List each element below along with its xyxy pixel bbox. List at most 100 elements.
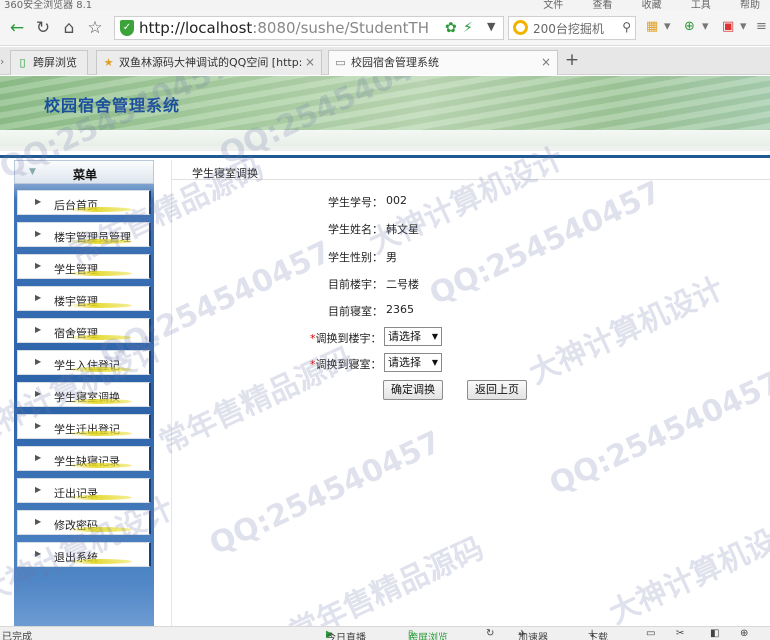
sidebar-item-dorms[interactable]: ▶ 宿舍管理 — [17, 318, 151, 343]
triangle-right-icon: ▶ — [35, 197, 42, 206]
search-box[interactable]: 200台挖掘机 ⚲ — [508, 16, 636, 40]
field-label: 学生姓名： — [328, 223, 383, 236]
close-tab-icon[interactable]: × — [541, 51, 551, 74]
triangle-right-icon: ▶ — [35, 389, 42, 398]
watermark-source: 常年售精品源码 — [283, 530, 490, 626]
sidebar-item-absence[interactable]: ▶ 学生缺寝记录 — [17, 446, 151, 471]
sidebar-item-checkin[interactable]: ▶ 学生入住登记 — [17, 350, 151, 375]
field-label: 目前楼宇： — [328, 278, 383, 291]
browser-menubar: 文件 查看 收藏 工具 帮助 — [517, 0, 760, 10]
collapse-arrow-icon[interactable]: ▼ — [29, 167, 36, 177]
sidebar-item-room-swap[interactable]: ▶ 学生寝室调换 — [17, 382, 151, 407]
browser-toolbar: ← ↻ ⌂ ☆ ✓ http://localhost:8080/sushe/St… — [0, 10, 770, 46]
star-favorite-icon[interactable]: ☆ — [84, 17, 106, 39]
url-dropdown-icon[interactable]: ▼ — [487, 20, 495, 33]
content-header: 学生寝室调换 — [172, 160, 770, 180]
refresh-icon[interactable]: ↻ — [32, 17, 54, 39]
apps-grid-icon[interactable]: ▦ — [646, 19, 658, 34]
field-current-building: 目前楼宇： 二号楼 — [300, 274, 600, 292]
triangle-right-icon: ▶ — [35, 517, 42, 526]
dropdown-arrow-icon: ▼ — [431, 358, 438, 367]
search-engine-icon — [513, 20, 528, 35]
pdf-icon[interactable]: ▣ — [722, 19, 734, 34]
menu-icon[interactable]: ≡ — [756, 19, 767, 34]
status-refresh-icon[interactable]: ↻ — [486, 628, 494, 639]
tab-dorm-system[interactable]: ▭ 校园宿舍管理系统 × — [328, 50, 558, 75]
field-label: 学生学号： — [328, 196, 383, 209]
status-zoom-icon[interactable]: ⊕ — [740, 628, 748, 639]
field-target-building: *调换到楼宇： 请选择 ▼ — [300, 327, 600, 346]
triangle-right-icon: ▶ — [35, 325, 42, 334]
triangle-right-icon: ▶ — [35, 549, 42, 558]
target-room-select[interactable]: 请选择 ▼ — [384, 353, 442, 372]
sidebar-item-checkout-records[interactable]: ▶ 迁出记录 — [17, 478, 151, 503]
watermark-brand: 大神计算机设计 — [603, 510, 770, 626]
search-text[interactable]: 200台挖掘机 — [533, 20, 604, 37]
speed-mode-icon[interactable]: ⚡ — [463, 20, 473, 36]
field-label: *调换到寝室： — [310, 358, 382, 371]
triangle-right-icon: ▶ — [35, 293, 42, 302]
translate-icon[interactable]: ⊕ — [684, 19, 695, 34]
field-label: 目前寝室： — [328, 305, 383, 318]
page-icon: ▭ — [335, 56, 346, 69]
new-tab-plus-icon[interactable]: + — [562, 50, 582, 72]
tab-cross-screen[interactable]: ▯ 跨屏浏览 — [10, 50, 88, 75]
system-title: 校园宿舍管理系统 — [44, 96, 181, 115]
triangle-right-icon: ▶ — [35, 229, 42, 238]
translate-dropdown-icon[interactable]: ▾ — [702, 19, 709, 34]
sidebar-header-label: 菜单 — [73, 168, 98, 182]
menu-help[interactable]: 帮助 — [740, 0, 760, 10]
tab-label: 双鱼林源码大神调试的QQ空间 [http: — [119, 56, 303, 69]
sidebar-item-students[interactable]: ▶ 学生管理 — [17, 254, 151, 279]
field-label: 学生性别： — [328, 251, 383, 264]
sidebar-item-building-admins[interactable]: ▶ 楼宇管理员管理 — [17, 222, 151, 247]
sidebar-item-change-password[interactable]: ▶ 修改密码 — [17, 510, 151, 535]
status-screenshot-icon[interactable]: ✂ — [676, 628, 684, 639]
page-title: 学生寝室调换 — [192, 167, 258, 180]
apps-dropdown-icon[interactable]: ▾ — [664, 19, 671, 34]
menu-view[interactable]: 查看 — [592, 0, 612, 10]
field-student-name: 学生姓名： 韩文星 — [300, 219, 600, 237]
menu-file[interactable]: 文件 — [543, 0, 563, 10]
sidebar-header: ▼ 菜单 — [14, 160, 154, 184]
address-bar[interactable]: ✓ http://localhost:8080/sushe/StudentTH.… — [114, 16, 504, 40]
status-restore-icon[interactable]: ◧ — [710, 628, 719, 639]
tab-scroll-left-icon[interactable]: › — [0, 55, 4, 68]
sidebar-item-buildings[interactable]: ▶ 楼宇管理 — [17, 286, 151, 311]
triangle-right-icon: ▶ — [35, 453, 42, 462]
star-icon: ★ — [103, 56, 114, 69]
field-value: 002 — [386, 194, 407, 207]
tab-label: 校园宿舍管理系统 — [351, 56, 439, 69]
watermark-qq: QQ:254540457 — [544, 364, 770, 503]
field-value: 2365 — [386, 303, 414, 316]
back-button[interactable]: 返回上页 — [467, 380, 527, 400]
field-current-room: 目前寝室： 2365 — [300, 301, 600, 319]
menu-favorites[interactable]: 收藏 — [642, 0, 662, 10]
sidebar-item-logout[interactable]: ▶ 退出系统 — [17, 542, 151, 567]
status-window-icon[interactable]: ▭ — [646, 628, 655, 639]
browser-title: 360安全浏览器 8.1 — [4, 0, 93, 10]
field-value: 韩文星 — [386, 223, 419, 236]
field-student-gender: 学生性别： 男 — [300, 247, 600, 265]
browser-titlebar: 360安全浏览器 8.1 文件 查看 收藏 工具 帮助 — [0, 0, 770, 10]
security-shield-icon: ✓ — [120, 20, 134, 36]
status-text: 已完成 — [2, 632, 32, 640]
search-icon[interactable]: ⚲ — [622, 20, 631, 34]
compatibility-icon[interactable]: ✿ — [445, 20, 457, 36]
more-dropdown-icon[interactable]: ▾ — [740, 19, 747, 34]
field-target-room: *调换到寝室： 请选择 ▼ — [300, 353, 600, 372]
triangle-right-icon: ▶ — [35, 421, 42, 430]
address-url[interactable]: http://localhost:8080/sushe/StudentTH.ac… — [139, 19, 429, 37]
tab-qq-space[interactable]: ★ 双鱼林源码大神调试的QQ空间 [http: × — [96, 50, 322, 75]
close-tab-icon[interactable]: × — [305, 51, 315, 74]
watermark-qq: QQ:254540457 — [204, 424, 447, 563]
triangle-right-icon: ▶ — [35, 357, 42, 366]
confirm-swap-button[interactable]: 确定调换 — [383, 380, 443, 400]
menu-tools[interactable]: 工具 — [691, 0, 711, 10]
sidebar-item-checkout[interactable]: ▶ 学生迁出登记 — [17, 414, 151, 439]
back-arrow-icon[interactable]: ← — [6, 17, 28, 39]
target-building-select[interactable]: 请选择 ▼ — [384, 327, 442, 346]
home-icon[interactable]: ⌂ — [58, 17, 80, 39]
phone-icon: ▯ — [19, 56, 26, 69]
sidebar-item-admin-home[interactable]: ▶ 后台首页 — [17, 190, 151, 215]
